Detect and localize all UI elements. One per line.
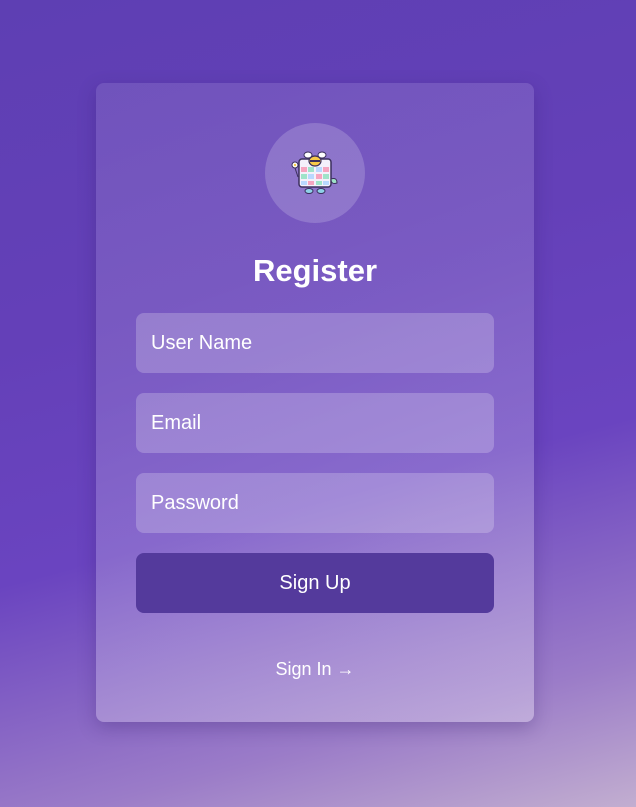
password-input[interactable]: Password: [136, 473, 494, 533]
password-placeholder: Password: [151, 491, 239, 514]
username-input[interactable]: User Name: [136, 313, 494, 373]
email-placeholder: Email: [151, 411, 202, 434]
sign-up-button[interactable]: Sign Up: [136, 553, 494, 613]
sign-in-link[interactable]: Sign In →: [96, 659, 534, 680]
register-card: Register User Name Email Password Sign U…: [96, 83, 534, 722]
bee-calendar-logo-icon: [291, 151, 338, 194]
email-input[interactable]: Email: [136, 393, 494, 453]
logo-avatar: [265, 123, 365, 223]
page-title: Register: [252, 253, 378, 288]
username-placeholder: User Name: [151, 331, 253, 354]
